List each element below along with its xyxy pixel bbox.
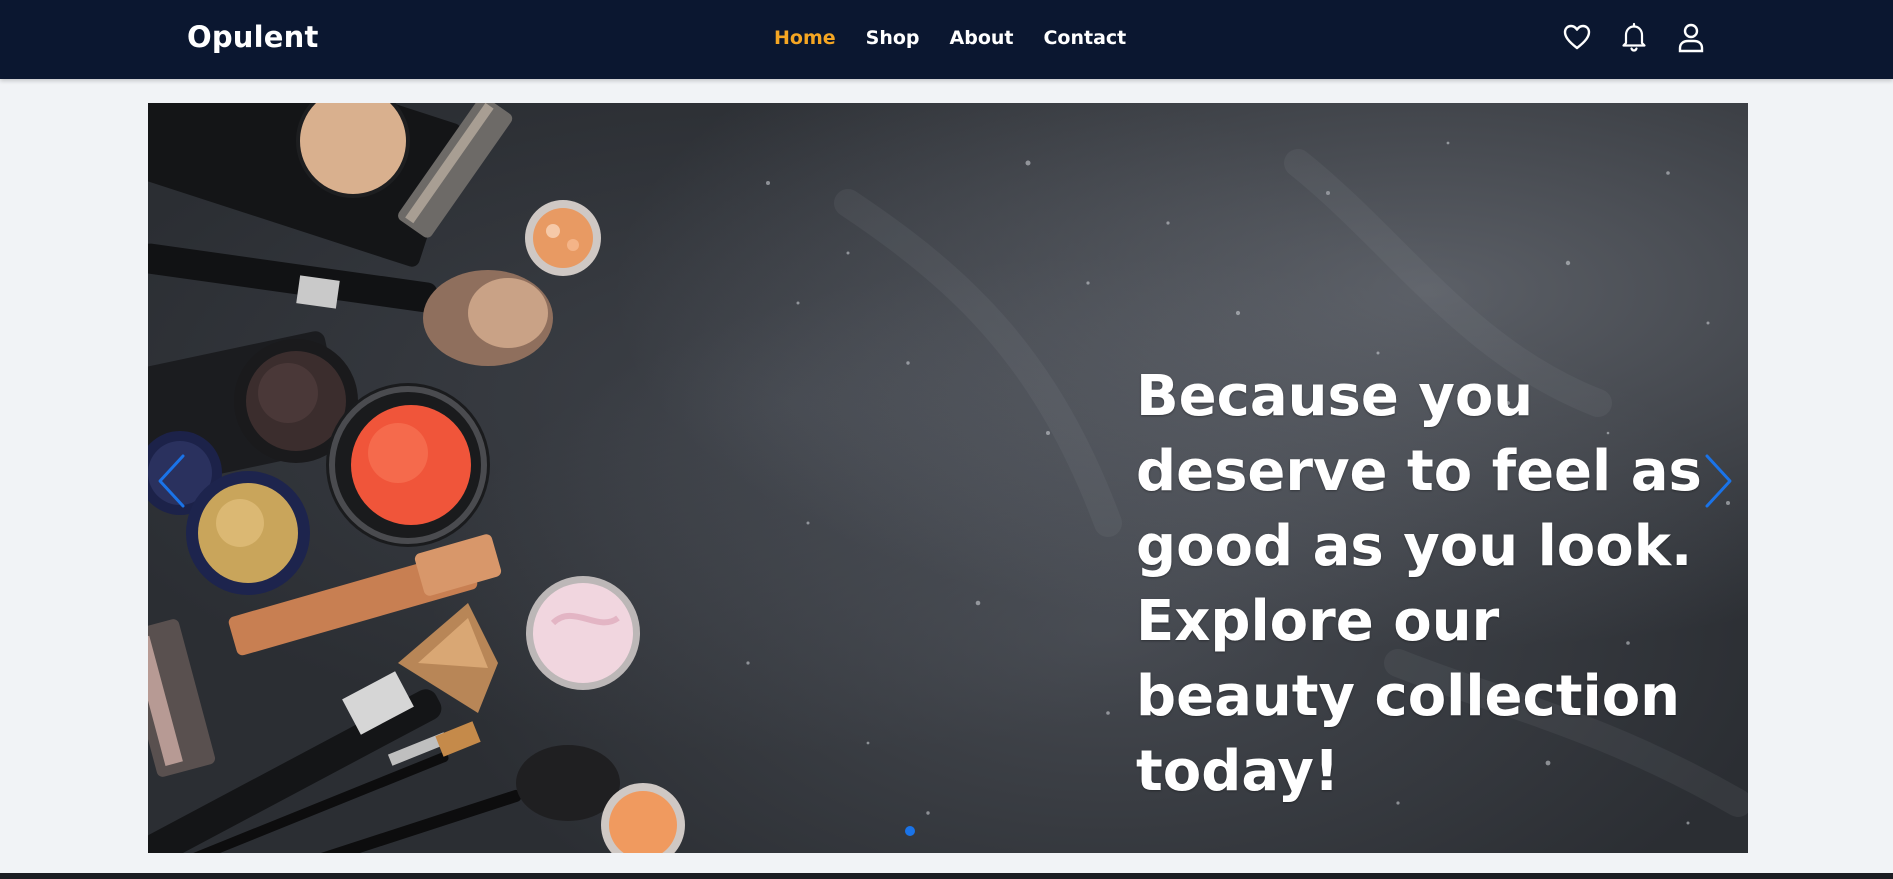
hero-caption: Because you deserve to feel as good as y… xyxy=(1136,364,1702,804)
footer-edge xyxy=(0,873,1893,879)
chevron-right-icon xyxy=(1705,454,1732,508)
nav-link-contact[interactable]: Contact xyxy=(1043,27,1126,49)
nav-links: Home Shop About Contact xyxy=(774,27,1126,49)
user-icon[interactable] xyxy=(1676,21,1706,53)
heart-icon[interactable] xyxy=(1562,21,1592,53)
carousel-indicator-dot[interactable] xyxy=(905,826,915,836)
chevron-left-icon xyxy=(158,454,185,508)
bell-icon[interactable] xyxy=(1619,21,1649,53)
nav-link-about[interactable]: About xyxy=(950,27,1014,49)
carousel-prev-button[interactable] xyxy=(152,451,196,511)
carousel-next-button[interactable] xyxy=(1694,451,1738,511)
makeup-products-image xyxy=(148,103,685,853)
hero-carousel: Because you deserve to feel as good as y… xyxy=(148,103,1748,853)
navbar: Opulent Home Shop About Contact xyxy=(0,0,1893,79)
nav-link-home[interactable]: Home xyxy=(774,27,836,49)
brand-logo[interactable]: Opulent xyxy=(187,20,319,54)
nav-icons xyxy=(1562,21,1706,53)
nav-link-shop[interactable]: Shop xyxy=(866,27,920,49)
